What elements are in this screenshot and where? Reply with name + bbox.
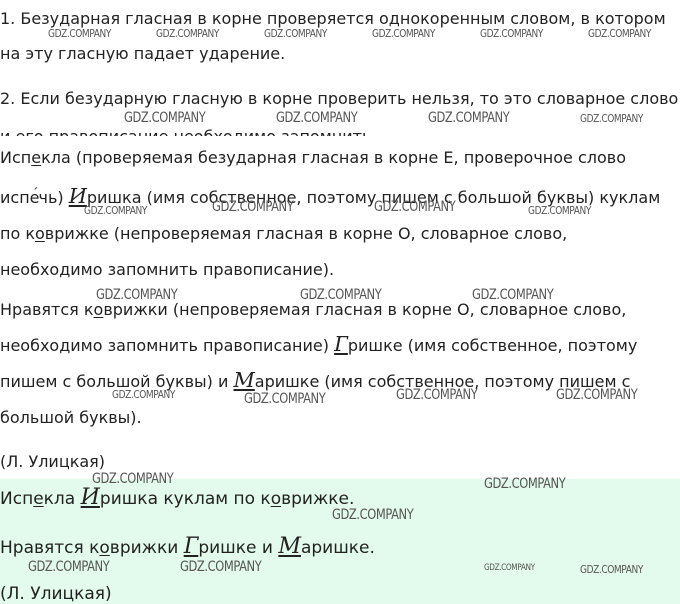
text-fragment: аришке. [300,538,375,558]
analysis-line-4: необходимо запомнить правописание). [0,259,335,279]
text-fragment: по к [0,223,35,243]
text-fragment: ришка куклам по к [99,489,271,509]
text-fragment: ришке (имя собственное, поэтому [347,336,638,355]
watermark: GDZ.COMPANY [556,387,638,403]
text-fragment: кла (проверяемая безударная гласная в ко… [41,148,626,167]
watermark: GDZ.COMPANY [96,287,178,303]
watermark: GDZ.COMPANY [528,204,591,217]
answer-line-2: Нравятся коврижки Гришке и Маришке. [0,535,375,558]
rule-1-line-2: на эту гласную падает ударение. [0,44,286,63]
text-fragment: кла [43,489,81,509]
watermark: GDZ.COMPANY [332,507,414,523]
watermark: GDZ.COMPANY [484,563,535,573]
text-fragment: Нравятся к [0,538,100,558]
analysis-line-8: большой буквы). [0,408,142,427]
watermark: GDZ.COMPANY [472,287,554,303]
watermark: GDZ.COMPANY [396,387,478,403]
watermark: GDZ.COMPANY [374,199,456,215]
watermark: GDZ.COMPANY [180,559,262,575]
analysis-line-6: необходимо запомнить правописание) Гришк… [0,328,680,364]
text-fragment: врижке (непроверяемая гласная в корне О,… [44,223,568,243]
capital-letter: М [233,368,255,392]
text-fragment: Нравятся к [0,300,94,319]
watermark: GDZ.COMPANY [92,471,174,487]
text-fragment: врижки [109,538,184,558]
text-fragment: Исп [0,148,32,167]
watermark: GDZ.COMPANY [112,388,175,401]
watermark: GDZ.COMPANY [84,204,147,217]
watermark: GDZ.COMPANY [124,110,206,126]
underlined-vowel: о [270,489,282,509]
watermark: GDZ.COMPANY [428,110,510,126]
capital-letter: М [278,533,301,559]
text-fragment: Исп [0,489,34,509]
text-fragment: ришке и [198,538,279,558]
watermark: GDZ.COMPANY [48,27,111,40]
answer-line-1: Испекла Иришка куклам по коврижке. [0,486,354,509]
capital-letter: И [80,484,100,510]
watermark: GDZ.COMPANY [156,27,219,40]
watermark: GDZ.COMPANY [480,27,543,40]
watermark: GDZ.COMPANY [276,110,358,126]
analysis-paragraph-2: Нравятся коврижки (непроверяемая гласная… [0,292,680,436]
analysis-line-1: Испекла (проверяемая безударная гласная … [0,140,680,176]
text-fragment: врижке. [281,489,355,509]
underlined-vowel: о [99,538,110,558]
watermark: GDZ.COMPANY [28,559,110,575]
watermark: GDZ.COMPANY [212,199,294,215]
watermark: GDZ.COMPANY [588,27,651,40]
rule-2-line-2: и его правописание необходимо запомнить. [0,127,376,136]
capital-letter: Г [183,533,199,559]
answer-author: (Л. Улицкая) [0,584,112,604]
text-fragment: испе [0,187,40,207]
underlined-vowel: е [31,148,42,167]
underlined-vowel: о [35,223,45,243]
watermark: GDZ.COMPANY [484,476,566,492]
watermark: GDZ.COMPANY [244,391,326,407]
watermark: GDZ.COMPANY [580,563,643,576]
watermark: GDZ.COMPANY [580,112,643,125]
underlined-vowel: е [33,489,44,509]
watermark: GDZ.COMPANY [300,287,382,303]
text-fragment: чь) [38,187,69,207]
analysis-line-3: по коврижке (непроверяемая гласная в кор… [0,216,680,252]
watermark: GDZ.COMPANY [264,27,327,40]
watermark: GDZ.COMPANY [372,27,435,40]
text-fragment: необходимо запомнить правописание) [0,336,335,355]
capital-letter: Г [334,332,348,356]
